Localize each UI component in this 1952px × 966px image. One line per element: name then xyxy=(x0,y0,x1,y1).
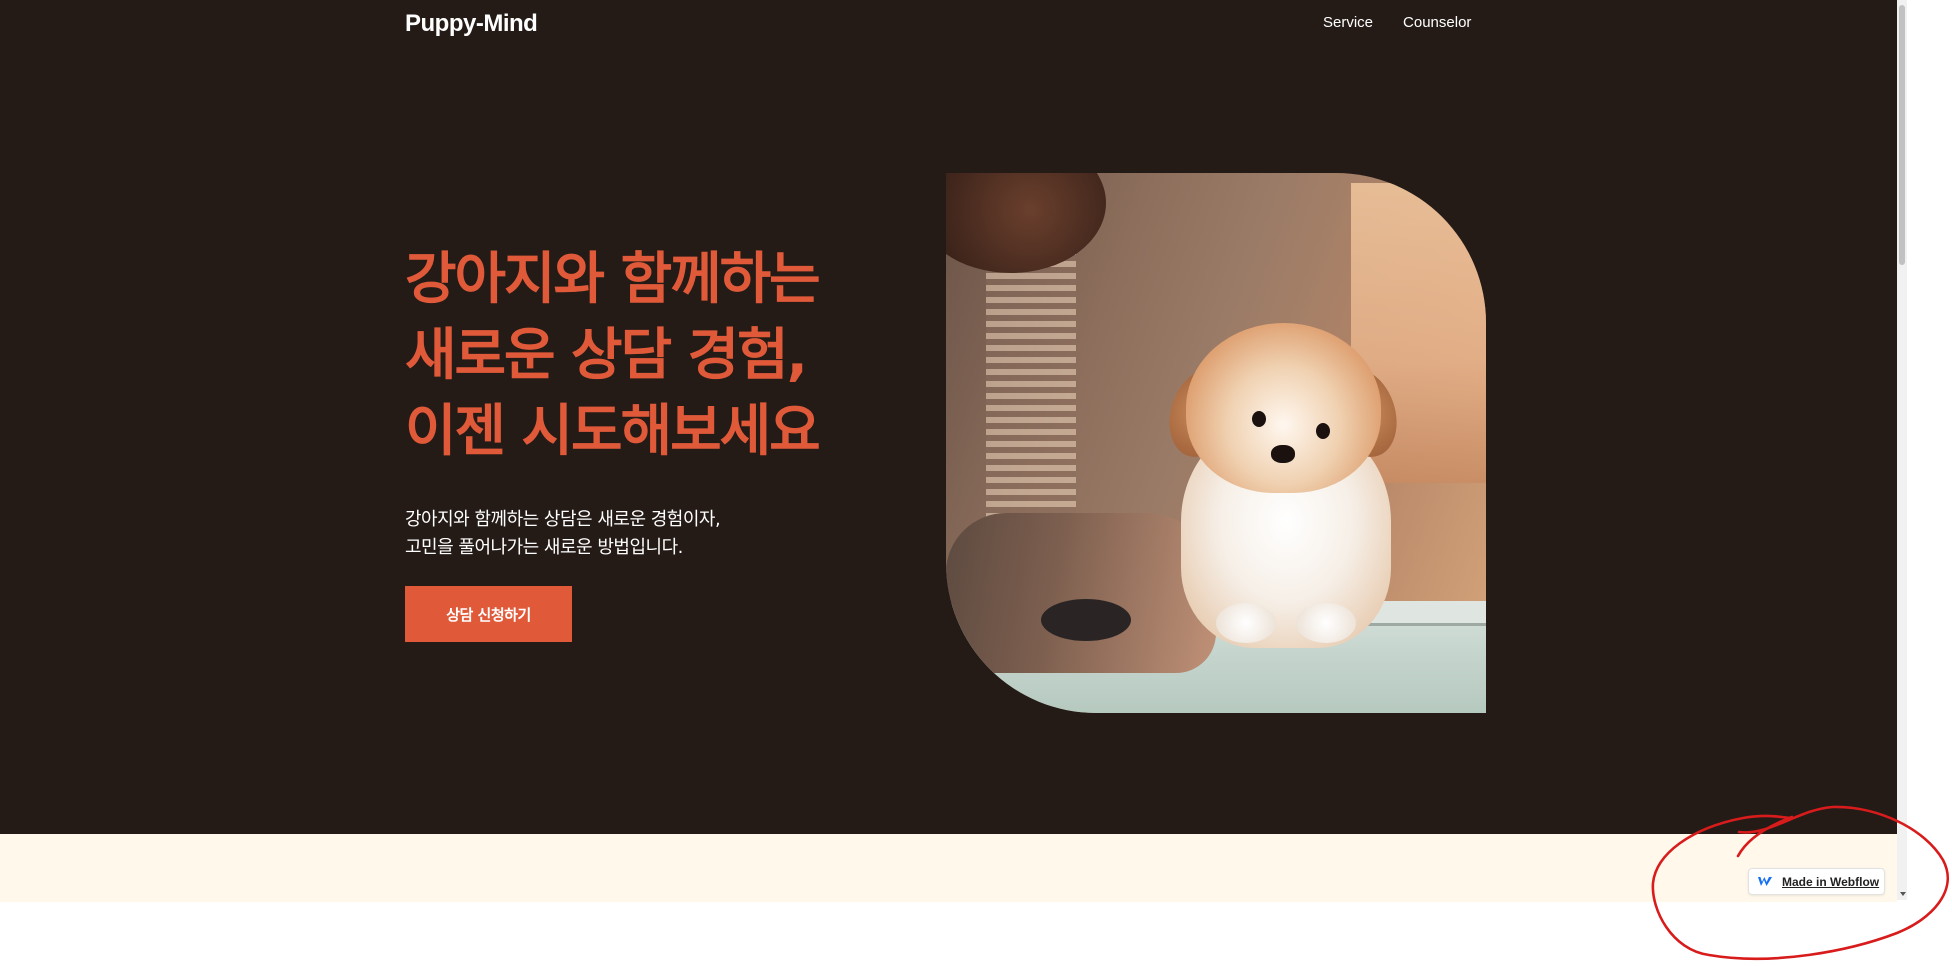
scrollbar-thumb[interactable] xyxy=(1899,5,1905,265)
puppy-head xyxy=(1186,323,1381,493)
hero-section: Puppy-Mind Service Counselor 강아지와 함께하는 새… xyxy=(0,0,1897,834)
headline-line-1: 강아지와 함께하는 xyxy=(405,247,821,312)
cream-section-band xyxy=(0,834,1897,902)
hero-headline: 강아지와 함께하는 새로운 상담 경험, 이젠 시도해보세요 xyxy=(405,242,821,470)
hero-subtext: 강아지와 함께하는 상담은 새로운 경험이자, 고민을 풀어나가는 새로운 방법… xyxy=(405,506,721,562)
headline-line-2: 새로운 상담 경험, xyxy=(405,323,808,388)
badge-label: Made in Webflow xyxy=(1782,874,1880,889)
photo-mouse xyxy=(1041,599,1131,641)
made-in-webflow-badge[interactable]: Made in Webflow xyxy=(1748,868,1885,895)
nav-counselor-link[interactable]: Counselor xyxy=(1403,14,1471,31)
puppy-left-eye xyxy=(1252,411,1266,427)
headline-line-3: 이젠 시도해보세요 xyxy=(405,399,821,464)
page-viewport: Puppy-Mind Service Counselor 강아지와 함께하는 새… xyxy=(0,0,1897,966)
puppy-left-paw xyxy=(1216,603,1276,643)
puppy-right-eye xyxy=(1316,423,1330,439)
photo-person-hand xyxy=(946,513,1216,673)
top-nav: Service Counselor xyxy=(1323,14,1471,31)
nav-service-link[interactable]: Service xyxy=(1323,14,1373,31)
scroll-down-arrow-icon[interactable] xyxy=(1900,892,1906,896)
puppy-photo xyxy=(946,173,1486,713)
puppy-nose xyxy=(1271,445,1295,463)
subtext-line-2: 고민을 풀어나가는 새로운 방법입니다. xyxy=(405,537,683,558)
photo-person-head xyxy=(946,173,1106,273)
subtext-line-1: 강아지와 함께하는 상담은 새로운 경험이자, xyxy=(405,509,721,530)
vertical-scrollbar[interactable] xyxy=(1897,0,1907,900)
puppy-right-paw xyxy=(1296,603,1356,643)
consult-apply-button[interactable]: 상담 신청하기 xyxy=(405,586,572,642)
brand-logo[interactable]: Puppy-Mind xyxy=(405,10,538,38)
webflow-logo-icon xyxy=(1757,876,1773,888)
